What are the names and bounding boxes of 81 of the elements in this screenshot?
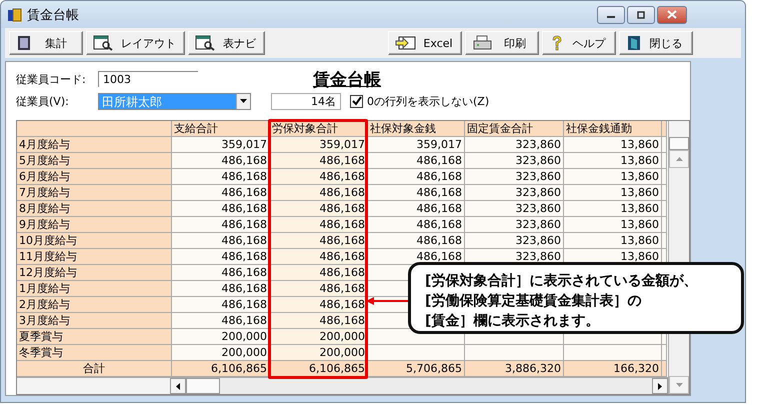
table-cell: 359,017 [270,137,368,153]
table-cell: 486,168 [270,265,368,281]
row-header: 10月度給与 [17,233,172,249]
table-cell: 486,168 [270,201,368,217]
column-header: 社保対象金銭 [368,121,465,137]
total-cell: 5,706,865 [368,361,465,377]
field-label: 従業員コード: [16,72,87,86]
table-cell: 486,168 [172,217,270,233]
table-cell: 359,017 [368,137,465,153]
table-cell: 323,860 [465,233,564,249]
row-header: 9月度給与 [17,217,172,233]
table-cell: 13,860 [564,153,662,169]
column-header: 社保金銭通勤 [564,121,662,137]
table-cell: 486,168 [270,281,368,297]
table-cell: 486,168 [270,233,368,249]
table-cell: 323,860 [465,137,564,153]
table-cell: 486,168 [368,169,465,185]
total-cell: 6,106,865 [172,361,270,377]
total-cell: 166,320 [564,361,662,377]
table-cell: 486,168 [270,297,368,313]
row-header: 6月度給与 [17,169,172,185]
table-cell: 486,168 [368,217,465,233]
column-header: 固定賃金合計 [465,121,564,137]
table-cell: 486,168 [172,169,270,185]
row-header: 11月度給与 [17,249,172,265]
field-label: 従業員(V): [16,94,70,108]
table-cell: 486,168 [270,185,368,201]
total-cell: 3,886,320 [465,361,564,377]
row-header: 2月度給与 [17,297,172,313]
table-cell: 486,168 [172,313,270,329]
row-header: 12月度給与 [17,265,172,281]
table-cell: 13,860 [564,233,662,249]
row-header: 3月度給与 [17,313,172,329]
row-header: 7月度給与 [17,185,172,201]
table-cell: 323,860 [465,153,564,169]
table-cell: 486,168 [270,313,368,329]
table-cell: 486,168 [270,249,368,265]
table-cell: 200,000 [270,329,368,345]
table-cell: 13,860 [564,137,662,153]
table-cell: 486,168 [270,169,368,185]
table-cell: 486,168 [368,201,465,217]
row-header: 4月度給与 [17,137,172,153]
table-cell: 486,168 [172,249,270,265]
table-cell: 486,168 [270,153,368,169]
table-cell: 13,860 [564,169,662,185]
row-header: 1月度給与 [17,281,172,297]
callout-tooltip: [労保対象合計］に表示されている金額が、 [労働保険算定基礎賃金集計表］の [賃金］欄に表示されます。 [408,262,744,334]
table-cell: 359,017 [172,137,270,153]
table-cell: 13,860 [564,185,662,201]
table-cell: 200,000 [270,345,368,361]
table-cell: 486,168 [172,297,270,313]
table-cell: 486,168 [368,153,465,169]
column-header: 労保対象合計 [270,121,368,137]
table-cell: 200,000 [172,329,270,345]
checkbox-label: 0の行列を表示しない(Z) [367,94,490,108]
total-cell: 6,106,865 [270,361,368,377]
report-title: 賃金台帳 [313,68,381,90]
row-header: 冬季賞与 [17,345,172,361]
window-title: 賃金台帳 [27,6,79,24]
table-cell: 486,168 [270,217,368,233]
table-cell: 323,860 [465,169,564,185]
table-cell: 13,860 [564,217,662,233]
table-cell: 486,168 [172,233,270,249]
table-cell: 323,860 [465,201,564,217]
row-header: 5月度給与 [17,153,172,169]
column-header: 支給合計 [172,121,270,137]
table-cell: 486,168 [172,201,270,217]
employee-count: 14名 [271,92,341,110]
table-cell: 486,168 [172,185,270,201]
table-cell: 486,168 [368,185,465,201]
table-cell: 486,168 [172,265,270,281]
table-cell: 486,168 [172,153,270,169]
row-header: 8月度給与 [17,201,172,217]
table-cell: 486,168 [368,233,465,249]
table-cell: 13,860 [564,201,662,217]
row-header: 夏季賞与 [17,329,172,345]
table-cell: 200,000 [172,345,270,361]
total-label: 合計 [17,361,172,377]
table-cell: 323,860 [465,217,564,233]
table-cell: 323,860 [465,185,564,201]
table-cell: 486,168 [172,281,270,297]
